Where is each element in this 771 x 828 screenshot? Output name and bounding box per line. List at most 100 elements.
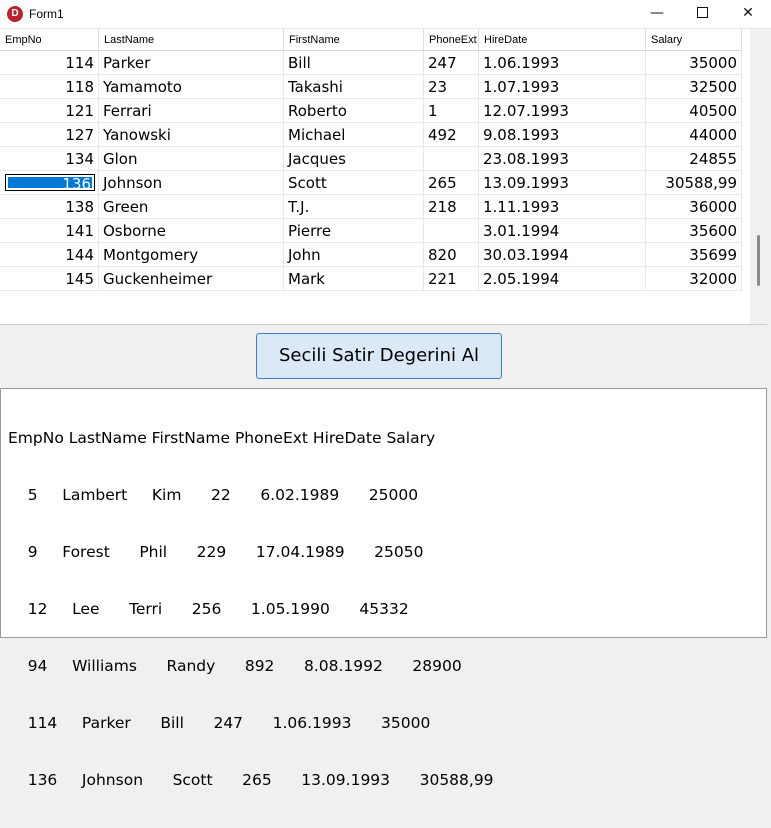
minimize-button[interactable]: — bbox=[634, 0, 680, 28]
cell-hiredate[interactable]: 2.05.1994 bbox=[479, 267, 646, 291]
cell-lastname[interactable]: Guckenheimer bbox=[99, 267, 284, 291]
cell-firstname[interactable]: Pierre bbox=[284, 219, 424, 243]
cell-salary[interactable]: 35000 bbox=[646, 51, 742, 75]
cell-phoneext[interactable] bbox=[424, 219, 479, 243]
cell-empno[interactable]: 138 bbox=[0, 195, 99, 219]
cell-empno[interactable]: 141 bbox=[0, 219, 99, 243]
cell-empno-selected[interactable]: 136 bbox=[0, 171, 99, 195]
column-header-firstname[interactable]: FirstName bbox=[284, 29, 424, 50]
grid-vertical-scrollbar[interactable] bbox=[750, 29, 767, 324]
cell-firstname[interactable]: Jacques bbox=[284, 147, 424, 171]
memo-line: 9 Forest Phil 229 17.04.1989 25050 bbox=[8, 543, 424, 561]
cell-lastname[interactable]: Yanowski bbox=[99, 123, 284, 147]
cell-firstname[interactable]: Scott bbox=[284, 171, 424, 195]
maximize-button[interactable] bbox=[679, 0, 725, 28]
cell-phoneext[interactable]: 492 bbox=[424, 123, 479, 147]
cell-empno[interactable]: 144 bbox=[0, 243, 99, 267]
cell-phoneext[interactable]: 265 bbox=[424, 171, 479, 195]
table-row-selected[interactable]: 136 Johnson Scott 265 13.09.1993 30588,9… bbox=[0, 171, 742, 195]
table-row[interactable]: 114 Parker Bill 247 1.06.1993 35000 bbox=[0, 51, 742, 75]
cell-lastname[interactable]: Ferrari bbox=[99, 99, 284, 123]
table-row[interactable]: 145 Guckenheimer Mark 221 2.05.1994 3200… bbox=[0, 267, 742, 291]
cell-lastname[interactable]: Yamamoto bbox=[99, 75, 284, 99]
memo-line: 5 Lambert Kim 22 6.02.1989 25000 bbox=[8, 486, 419, 504]
cell-empno[interactable]: 145 bbox=[0, 267, 99, 291]
cell-hiredate[interactable]: 30.03.1994 bbox=[479, 243, 646, 267]
cell-hiredate[interactable]: 12.07.1993 bbox=[479, 99, 646, 123]
table-row[interactable]: 118 Yamamoto Takashi 23 1.07.1993 32500 bbox=[0, 75, 742, 99]
cell-salary[interactable]: 32500 bbox=[646, 75, 742, 99]
memo-line: 114 Parker Bill 247 1.06.1993 35000 bbox=[8, 714, 431, 732]
cell-firstname[interactable]: John bbox=[284, 243, 424, 267]
cell-salary[interactable]: 30588,99 bbox=[646, 171, 742, 195]
cell-lastname[interactable]: Montgomery bbox=[99, 243, 284, 267]
cell-firstname[interactable]: T.J. bbox=[284, 195, 424, 219]
cell-salary[interactable]: 35600 bbox=[646, 219, 742, 243]
cell-firstname[interactable]: Bill bbox=[284, 51, 424, 75]
title-bar: D Form1 — ✕ bbox=[0, 0, 771, 29]
memo-line: 94 Williams Randy 892 8.08.1992 28900 bbox=[8, 657, 462, 675]
close-icon: ✕ bbox=[742, 5, 754, 21]
cell-phoneext[interactable]: 218 bbox=[424, 195, 479, 219]
cell-lastname[interactable]: Green bbox=[99, 195, 284, 219]
cell-phoneext[interactable]: 820 bbox=[424, 243, 479, 267]
selected-cell-value[interactable]: 136 bbox=[8, 177, 92, 192]
column-header-lastname[interactable]: LastName bbox=[99, 29, 284, 50]
cell-hiredate[interactable]: 1.11.1993 bbox=[479, 195, 646, 219]
minimize-icon: — bbox=[650, 5, 664, 21]
cell-firstname[interactable]: Michael bbox=[284, 123, 424, 147]
table-row[interactable]: 144 Montgomery John 820 30.03.1994 35699 bbox=[0, 243, 742, 267]
close-button[interactable]: ✕ bbox=[725, 0, 771, 28]
cell-salary[interactable]: 40500 bbox=[646, 99, 742, 123]
cell-salary[interactable]: 24855 bbox=[646, 147, 742, 171]
table-row[interactable]: 127 Yanowski Michael 492 9.08.1993 44000 bbox=[0, 123, 742, 147]
cell-phoneext[interactable] bbox=[424, 147, 479, 171]
cell-firstname[interactable]: Roberto bbox=[284, 99, 424, 123]
table-row[interactable]: 134 Glon Jacques 23.08.1993 24855 bbox=[0, 147, 742, 171]
memo-line: 12 Lee Terri 256 1.05.1990 45332 bbox=[8, 600, 409, 618]
cell-salary[interactable]: 36000 bbox=[646, 195, 742, 219]
get-selected-row-button[interactable]: Secili Satir Degerini Al bbox=[256, 333, 502, 379]
cell-empno[interactable]: 134 bbox=[0, 147, 99, 171]
focus-rectangle: 136 bbox=[5, 174, 95, 192]
cell-hiredate[interactable]: 3.01.1994 bbox=[479, 219, 646, 243]
cell-phoneext[interactable]: 247 bbox=[424, 51, 479, 75]
cell-lastname[interactable]: Osborne bbox=[99, 219, 284, 243]
column-header-empno[interactable]: EmpNo bbox=[0, 29, 99, 50]
cell-firstname[interactable]: Mark bbox=[284, 267, 424, 291]
table-row[interactable]: 121 Ferrari Roberto 1 12.07.1993 40500 bbox=[0, 99, 742, 123]
cell-hiredate[interactable]: 23.08.1993 bbox=[479, 147, 646, 171]
cell-hiredate[interactable]: 9.08.1993 bbox=[479, 123, 646, 147]
column-header-salary[interactable]: Salary bbox=[646, 29, 742, 50]
cell-phoneext[interactable]: 23 bbox=[424, 75, 479, 99]
cell-hiredate[interactable]: 13.09.1993 bbox=[479, 171, 646, 195]
table-row[interactable]: 141 Osborne Pierre 3.01.1994 35600 bbox=[0, 219, 742, 243]
cell-hiredate[interactable]: 1.06.1993 bbox=[479, 51, 646, 75]
column-header-hiredate[interactable]: HireDate bbox=[479, 29, 646, 50]
column-header-phoneext[interactable]: PhoneExt bbox=[424, 29, 479, 50]
cell-firstname[interactable]: Takashi bbox=[284, 75, 424, 99]
app-icon: D bbox=[7, 6, 23, 22]
cell-salary[interactable]: 44000 bbox=[646, 123, 742, 147]
output-memo[interactable]: EmpNo LastName FirstName PhoneExt HireDa… bbox=[0, 388, 767, 789]
maximize-icon bbox=[696, 6, 708, 18]
table-row[interactable]: 138 Green T.J. 218 1.11.1993 36000 bbox=[0, 195, 742, 219]
memo-line: 136 Johnson Scott 265 13.09.1993 30588,9… bbox=[8, 771, 494, 789]
cell-hiredate[interactable]: 1.07.1993 bbox=[479, 75, 646, 99]
cell-phoneext[interactable]: 1 bbox=[424, 99, 479, 123]
cell-lastname[interactable]: Parker bbox=[99, 51, 284, 75]
employee-grid[interactable]: EmpNo LastName FirstName PhoneExt HireDa… bbox=[0, 29, 767, 325]
cell-salary[interactable]: 35699 bbox=[646, 243, 742, 267]
cell-phoneext[interactable]: 221 bbox=[424, 267, 479, 291]
grid-header: EmpNo LastName FirstName PhoneExt HireDa… bbox=[0, 29, 742, 51]
cell-lastname[interactable]: Johnson bbox=[99, 171, 284, 195]
cell-empno[interactable]: 114 bbox=[0, 51, 99, 75]
cell-empno[interactable]: 118 bbox=[0, 75, 99, 99]
cell-empno[interactable]: 121 bbox=[0, 99, 99, 123]
cell-salary[interactable]: 32000 bbox=[646, 267, 742, 291]
scrollbar-thumb[interactable] bbox=[757, 235, 760, 286]
window-title: Form1 bbox=[29, 7, 64, 21]
memo-text: EmpNo LastName FirstName PhoneExt HireDa… bbox=[8, 391, 494, 828]
cell-lastname[interactable]: Glon bbox=[99, 147, 284, 171]
cell-empno[interactable]: 127 bbox=[0, 123, 99, 147]
